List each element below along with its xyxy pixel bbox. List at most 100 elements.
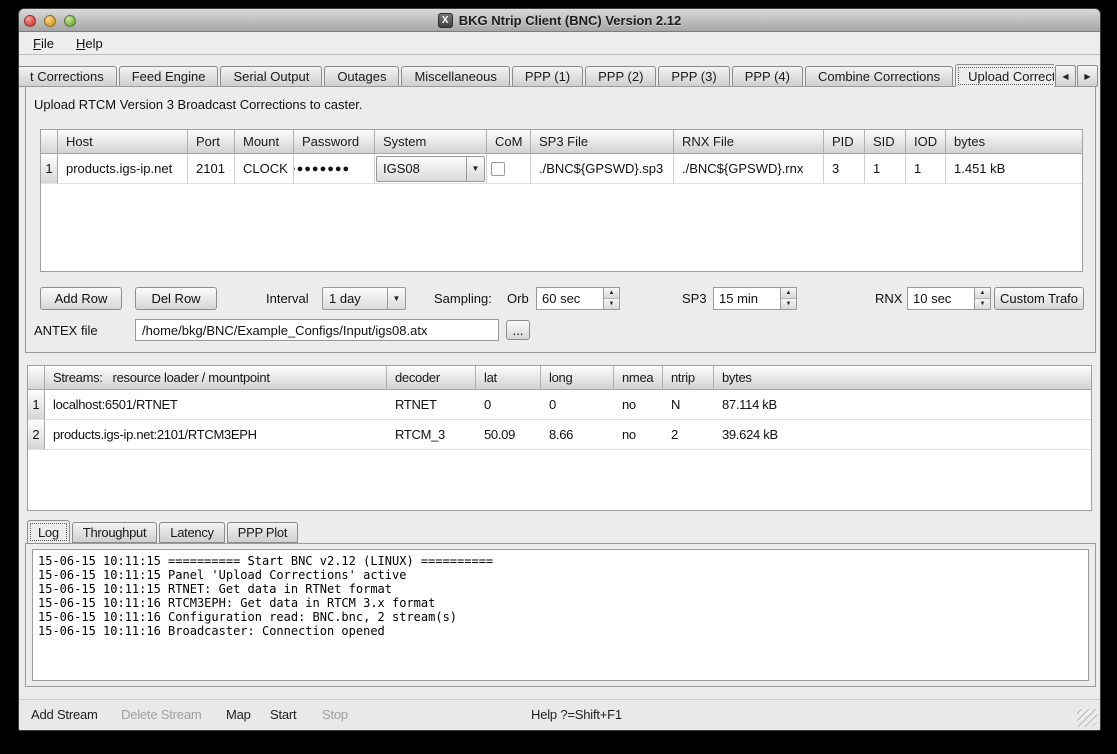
tab-throughput[interactable]: Throughput	[72, 522, 158, 543]
spin-down-icon[interactable]: ▼	[604, 299, 619, 309]
spin-down-icon[interactable]: ▼	[781, 299, 796, 309]
rnx-sampling-value: 10 sec	[908, 288, 974, 309]
upload-corrections-pane: Upload RTCM Version 3 Broadcast Correcti…	[25, 86, 1096, 353]
pid-cell[interactable]: 3	[824, 154, 865, 184]
sampling-label: Sampling:	[434, 291, 492, 306]
tab-feed-engine[interactable]: Feed Engine	[119, 66, 219, 87]
stream-lat: 0	[476, 390, 541, 420]
log-line: 15-06-15 10:11:15 Panel 'Upload Correcti…	[38, 568, 1088, 582]
resize-grip[interactable]	[1077, 709, 1097, 727]
header-long: long	[541, 366, 614, 390]
host-cell[interactable]: products.igs-ip.net	[58, 154, 188, 184]
system-combo-value: IGS08	[377, 161, 466, 176]
tab-ppp-3[interactable]: PPP (3)	[658, 66, 729, 87]
tab-scroll-right-button[interactable]: ▶	[1077, 65, 1098, 87]
password-cell[interactable]: ●●●●●●●●	[294, 154, 375, 184]
log-text-area[interactable]: 15-06-15 10:11:15 ========== Start BNC v…	[32, 549, 1089, 681]
sp3-file-cell[interactable]: ./BNC${GPSWD}.sp3	[531, 154, 674, 184]
header-system: System	[375, 130, 487, 154]
rnx-file-cell[interactable]: ./BNC${GPSWD}.rnx	[674, 154, 824, 184]
sp3-sampling-spinbox[interactable]: 15 min ▲▼	[713, 287, 797, 310]
orb-label: Orb	[507, 291, 529, 306]
streams-table: Streams: resource loader / mountpoint de…	[27, 365, 1092, 511]
tab-ppp-plot[interactable]: PPP Plot	[227, 522, 298, 543]
antex-file-label: ANTEX file	[34, 323, 98, 338]
system-combo[interactable]: IGS08 ▼	[376, 156, 485, 182]
log-line: 15-06-15 10:11:16 Configuration read: BN…	[38, 610, 1088, 624]
header-mount: Mount	[235, 130, 294, 154]
action-toolbar: Add Stream Delete Stream Map Start Stop …	[19, 699, 1100, 730]
tab-latency[interactable]: Latency	[159, 522, 224, 543]
header-rownum	[28, 366, 45, 390]
custom-trafo-button[interactable]: Custom Trafo	[994, 287, 1084, 310]
map-action[interactable]: Map	[226, 707, 251, 722]
main-tab-bar: t Corrections Feed Engine Serial Output …	[19, 64, 1054, 87]
header-pid: PID	[824, 130, 865, 154]
header-nmea: nmea	[614, 366, 663, 390]
spin-up-icon[interactable]: ▲	[604, 288, 619, 299]
tab-miscellaneous[interactable]: Miscellaneous	[401, 66, 509, 87]
header-decoder: decoder	[387, 366, 476, 390]
title-bar[interactable]: X BKG Ntrip Client (BNC) Version 2.12	[19, 9, 1100, 32]
tab-scroll-left-button[interactable]: ◀	[1055, 65, 1076, 87]
start-action[interactable]: Start	[270, 707, 296, 722]
header-password: Password	[294, 130, 375, 154]
header-bytes: bytes	[714, 366, 1091, 390]
menu-help[interactable]: Help	[72, 34, 107, 53]
header-streams-mountpoint: Streams: resource loader / mountpoint	[45, 366, 387, 390]
upload-table-header-row: Host Port Mount Password System CoM SP3 …	[41, 130, 1082, 154]
com-checkbox[interactable]	[491, 162, 505, 176]
spin-down-icon[interactable]: ▼	[975, 299, 990, 309]
tab-broadcast-corrections[interactable]: t Corrections	[19, 66, 117, 87]
orb-sampling-spinbox[interactable]: 60 sec ▲▼	[536, 287, 620, 310]
iod-cell[interactable]: 1	[906, 154, 946, 184]
tab-log[interactable]: Log	[27, 520, 70, 544]
tab-serial-output[interactable]: Serial Output	[220, 66, 322, 87]
log-line: 15-06-15 10:11:15 ========== Start BNC v…	[38, 554, 1088, 568]
tab-ppp-1[interactable]: PPP (1)	[512, 66, 583, 87]
sp3-label: SP3	[682, 291, 707, 306]
header-port: Port	[188, 130, 235, 154]
header-ntrip: ntrip	[663, 366, 714, 390]
stream-row[interactable]: 1 localhost:6501/RTNET RTNET 0 0 no N 87…	[28, 390, 1091, 420]
streams-header-row: Streams: resource loader / mountpoint de…	[28, 366, 1091, 390]
add-stream-action[interactable]: Add Stream	[31, 707, 98, 722]
port-cell[interactable]: 2101	[188, 154, 235, 184]
stream-nmea: no	[614, 420, 663, 450]
scroll-right-icon: ▶	[1084, 72, 1090, 81]
tab-combine-corrections[interactable]: Combine Corrections	[805, 66, 953, 87]
del-row-button[interactable]: Del Row	[135, 287, 217, 310]
window-title: BKG Ntrip Client (BNC) Version 2.12	[459, 13, 681, 28]
header-iod: IOD	[906, 130, 946, 154]
stream-bytes: 87.114 kB	[714, 390, 1091, 420]
sp3-sampling-value: 15 min	[714, 288, 780, 309]
antex-browse-button[interactable]: ...	[506, 320, 530, 340]
interval-combo-value: 1 day	[323, 291, 387, 306]
mount-cell[interactable]: CLOCK	[235, 154, 294, 184]
stream-row[interactable]: 2 products.igs-ip.net:2101/RTCM3EPH RTCM…	[28, 420, 1091, 450]
sid-cell[interactable]: 1	[865, 154, 906, 184]
tab-upload-corrections[interactable]: Upload Corrections	[955, 64, 1054, 87]
spin-up-icon[interactable]: ▲	[975, 288, 990, 299]
bytes-cell: 1.451 kB	[946, 154, 1082, 184]
log-pane: 15-06-15 10:11:15 ========== Start BNC v…	[25, 543, 1096, 687]
row-number: 1	[41, 154, 58, 184]
stream-decoder: RTCM_3	[387, 420, 476, 450]
header-sp3-file: SP3 File	[531, 130, 674, 154]
interval-combo[interactable]: 1 day ▼	[322, 287, 406, 310]
tab-outages[interactable]: Outages	[324, 66, 399, 87]
menu-file[interactable]: File	[29, 34, 58, 53]
rnx-sampling-spinbox[interactable]: 10 sec ▲▼	[907, 287, 991, 310]
stop-action: Stop	[322, 707, 348, 722]
delete-stream-action: Delete Stream	[121, 707, 202, 722]
tab-ppp-2[interactable]: PPP (2)	[585, 66, 656, 87]
antex-file-input[interactable]: /home/bkg/BNC/Example_Configs/Input/igs0…	[135, 319, 499, 341]
header-host: Host	[58, 130, 188, 154]
tab-ppp-4[interactable]: PPP (4)	[732, 66, 803, 87]
menu-bar: File Help	[19, 32, 1100, 55]
add-row-button[interactable]: Add Row	[40, 287, 122, 310]
rnx-label: RNX	[875, 291, 902, 306]
scroll-left-icon: ◀	[1062, 72, 1068, 81]
spin-up-icon[interactable]: ▲	[781, 288, 796, 299]
help-shortcut-text: Help ?=Shift+F1	[531, 707, 622, 722]
